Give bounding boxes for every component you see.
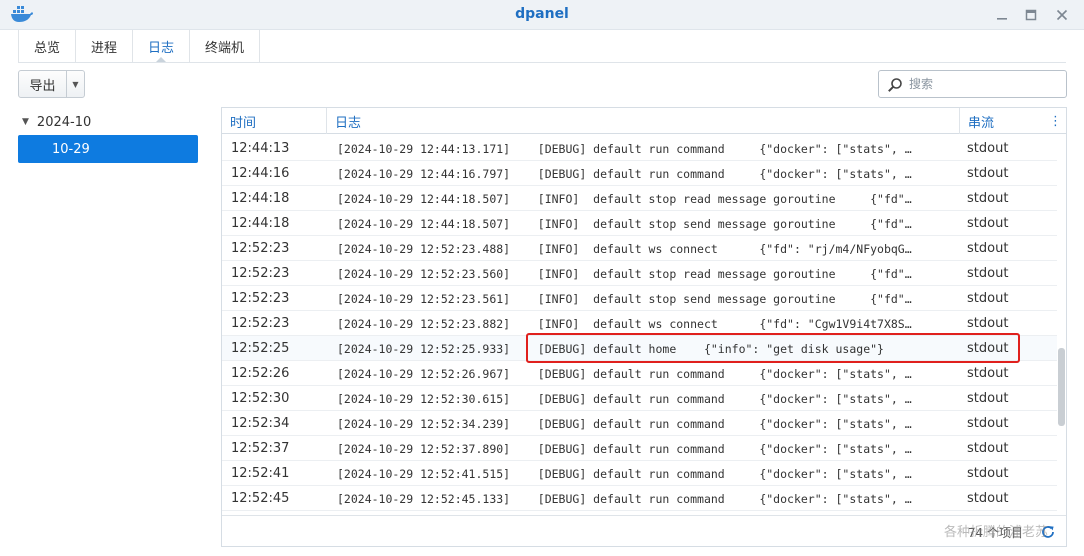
export-button[interactable]: 导出 ▼ xyxy=(18,70,85,98)
table-row[interactable]: 12:52:26 [2024-10-29 12:52:26.967] [DEBUG… xyxy=(222,361,1057,386)
search-input[interactable] xyxy=(909,75,1059,93)
cell-log: [2024-10-29 12:52:41.515] [DEBUG] defaul… xyxy=(337,467,912,481)
maximize-icon[interactable] xyxy=(1021,5,1041,25)
cell-time: 12:52:37 xyxy=(231,441,290,456)
cell-log: [2024-10-29 12:52:23.488] [INFO] default… xyxy=(337,242,912,256)
grid-footer: 74 个项目 xyxy=(222,515,1066,546)
cell-log: [2024-10-29 12:52:23.882] [INFO] default… xyxy=(337,317,912,331)
cell-log: [2024-10-29 12:44:16.797] [DEBUG] defaul… xyxy=(337,167,912,181)
title-bar: dpanel xyxy=(0,0,1084,30)
grid-rows: 12:44:13 [2024-10-29 12:44:13.171] [DEBUG… xyxy=(222,136,1057,511)
cell-stream: stdout xyxy=(967,166,1009,181)
cell-stream: stdout xyxy=(967,391,1009,406)
cell-log: [2024-10-29 12:52:37.890] [DEBUG] defaul… xyxy=(337,442,912,456)
column-header-stream[interactable]: 串流 xyxy=(960,108,1050,134)
caret-down-icon[interactable]: ▼ xyxy=(22,117,29,127)
cell-time: 12:44:18 xyxy=(231,216,290,231)
column-header-time[interactable]: 时间 xyxy=(222,108,327,134)
cell-time: 12:52:23 xyxy=(231,291,290,306)
highlight-annotation xyxy=(526,333,1020,363)
cell-stream: stdout xyxy=(967,491,1009,506)
grid-header: 时间 日志 串流 ⋮ xyxy=(222,108,1066,134)
table-row[interactable]: 12:52:23 [2024-10-29 12:52:23.488] [INFO]… xyxy=(222,236,1057,261)
cell-time: 12:52:45 xyxy=(231,491,290,506)
log-grid: 时间 日志 串流 ⋮ 12:44:13 [2024-10-29 12:44:13.… xyxy=(221,107,1067,547)
table-row[interactable]: 12:52:30 [2024-10-29 12:52:30.615] [DEBUG… xyxy=(222,386,1057,411)
date-tree: ▼ 2024-10 10-29 xyxy=(18,107,218,556)
table-row[interactable]: 12:52:41 [2024-10-29 12:52:41.515] [DEBUG… xyxy=(222,461,1057,486)
search-icon xyxy=(888,78,902,92)
cell-time: 12:52:41 xyxy=(231,466,290,481)
tabs-divider xyxy=(18,62,1066,63)
table-row[interactable]: 12:44:13 [2024-10-29 12:44:13.171] [DEBUG… xyxy=(222,136,1057,161)
search-box[interactable] xyxy=(878,70,1067,98)
scrollbar[interactable] xyxy=(1058,348,1065,426)
cell-log: [2024-10-29 12:44:18.507] [INFO] default… xyxy=(337,217,912,231)
cell-time: 12:52:23 xyxy=(231,316,290,331)
close-icon[interactable] xyxy=(1052,5,1072,25)
cell-time: 12:52:23 xyxy=(231,241,290,256)
cell-time: 12:44:16 xyxy=(231,166,290,181)
cell-time: 12:52:25 xyxy=(231,341,290,356)
cell-stream: stdout xyxy=(967,266,1009,281)
cell-stream: stdout xyxy=(967,141,1009,156)
cell-time: 12:52:23 xyxy=(231,266,290,281)
cell-log: [2024-10-29 12:52:30.615] [DEBUG] defaul… xyxy=(337,392,912,406)
column-menu-icon[interactable]: ⋮ xyxy=(1049,114,1062,129)
cell-stream: stdout xyxy=(967,291,1009,306)
cell-stream: stdout xyxy=(967,441,1009,456)
cell-log: [2024-10-29 12:44:18.507] [INFO] default… xyxy=(337,192,912,206)
cell-stream: stdout xyxy=(967,216,1009,231)
cell-time: 12:52:34 xyxy=(231,416,290,431)
tab-processes[interactable]: 进程 xyxy=(76,30,134,62)
cell-stream: stdout xyxy=(967,416,1009,431)
chevron-down-icon[interactable]: ▼ xyxy=(67,71,84,97)
cell-log: [2024-10-29 12:52:23.560] [INFO] default… xyxy=(337,267,912,281)
tree-month-node[interactable]: ▼ 2024-10 xyxy=(18,111,91,133)
minimize-icon[interactable] xyxy=(992,5,1012,25)
cell-stream: stdout xyxy=(967,466,1009,481)
table-row[interactable]: 12:52:23 [2024-10-29 12:52:23.561] [INFO]… xyxy=(222,286,1057,311)
export-button-label[interactable]: 导出 xyxy=(19,71,67,97)
cell-stream: stdout xyxy=(967,191,1009,206)
cell-time: 12:44:18 xyxy=(231,191,290,206)
app-title: dpanel xyxy=(515,6,569,22)
table-row[interactable]: 12:52:37 [2024-10-29 12:52:37.890] [DEBUG… xyxy=(222,436,1057,461)
cell-log: [2024-10-29 12:52:45.133] [DEBUG] defaul… xyxy=(337,492,912,506)
tab-terminal[interactable]: 终端机 xyxy=(190,30,261,62)
cell-log: [2024-10-29 12:52:23.561] [INFO] default… xyxy=(337,292,912,306)
cell-log: [2024-10-29 12:52:34.239] [DEBUG] defaul… xyxy=(337,417,912,431)
column-header-log[interactable]: 日志 xyxy=(327,108,960,134)
cell-stream: stdout xyxy=(967,316,1009,331)
cell-log: [2024-10-29 12:52:26.967] [DEBUG] defaul… xyxy=(337,367,912,381)
table-row[interactable]: 12:44:18 [2024-10-29 12:44:18.507] [INFO]… xyxy=(222,186,1057,211)
tree-day-selected[interactable]: 10-29 xyxy=(18,135,198,163)
cell-time: 12:52:26 xyxy=(231,366,290,381)
tab-overview[interactable]: 总览 xyxy=(18,30,77,62)
tree-month-label: 2024-10 xyxy=(36,114,92,130)
table-row[interactable]: 12:52:45 [2024-10-29 12:52:45.133] [DEBUG… xyxy=(222,486,1057,511)
tab-bar: 总览 进程 日志 终端机 xyxy=(18,30,261,63)
table-row[interactable]: 12:52:34 [2024-10-29 12:52:34.239] [DEBUG… xyxy=(222,411,1057,436)
cell-time: 12:52:30 xyxy=(231,391,290,406)
cell-stream: stdout xyxy=(967,241,1009,256)
table-row[interactable]: 12:44:18 [2024-10-29 12:44:18.507] [INFO]… xyxy=(222,211,1057,236)
cell-stream: stdout xyxy=(967,366,1009,381)
cell-time: 12:44:13 xyxy=(231,141,290,156)
table-row[interactable]: 12:44:16 [2024-10-29 12:44:16.797] [DEBUG… xyxy=(222,161,1057,186)
cell-log: [2024-10-29 12:44:13.171] [DEBUG] defaul… xyxy=(337,142,912,156)
watermark-text: 各种折腾的浦老苏 xyxy=(944,525,1049,540)
table-row[interactable]: 12:52:23 [2024-10-29 12:52:23.560] [INFO]… xyxy=(222,261,1057,286)
tab-logs[interactable]: 日志 xyxy=(133,30,191,63)
